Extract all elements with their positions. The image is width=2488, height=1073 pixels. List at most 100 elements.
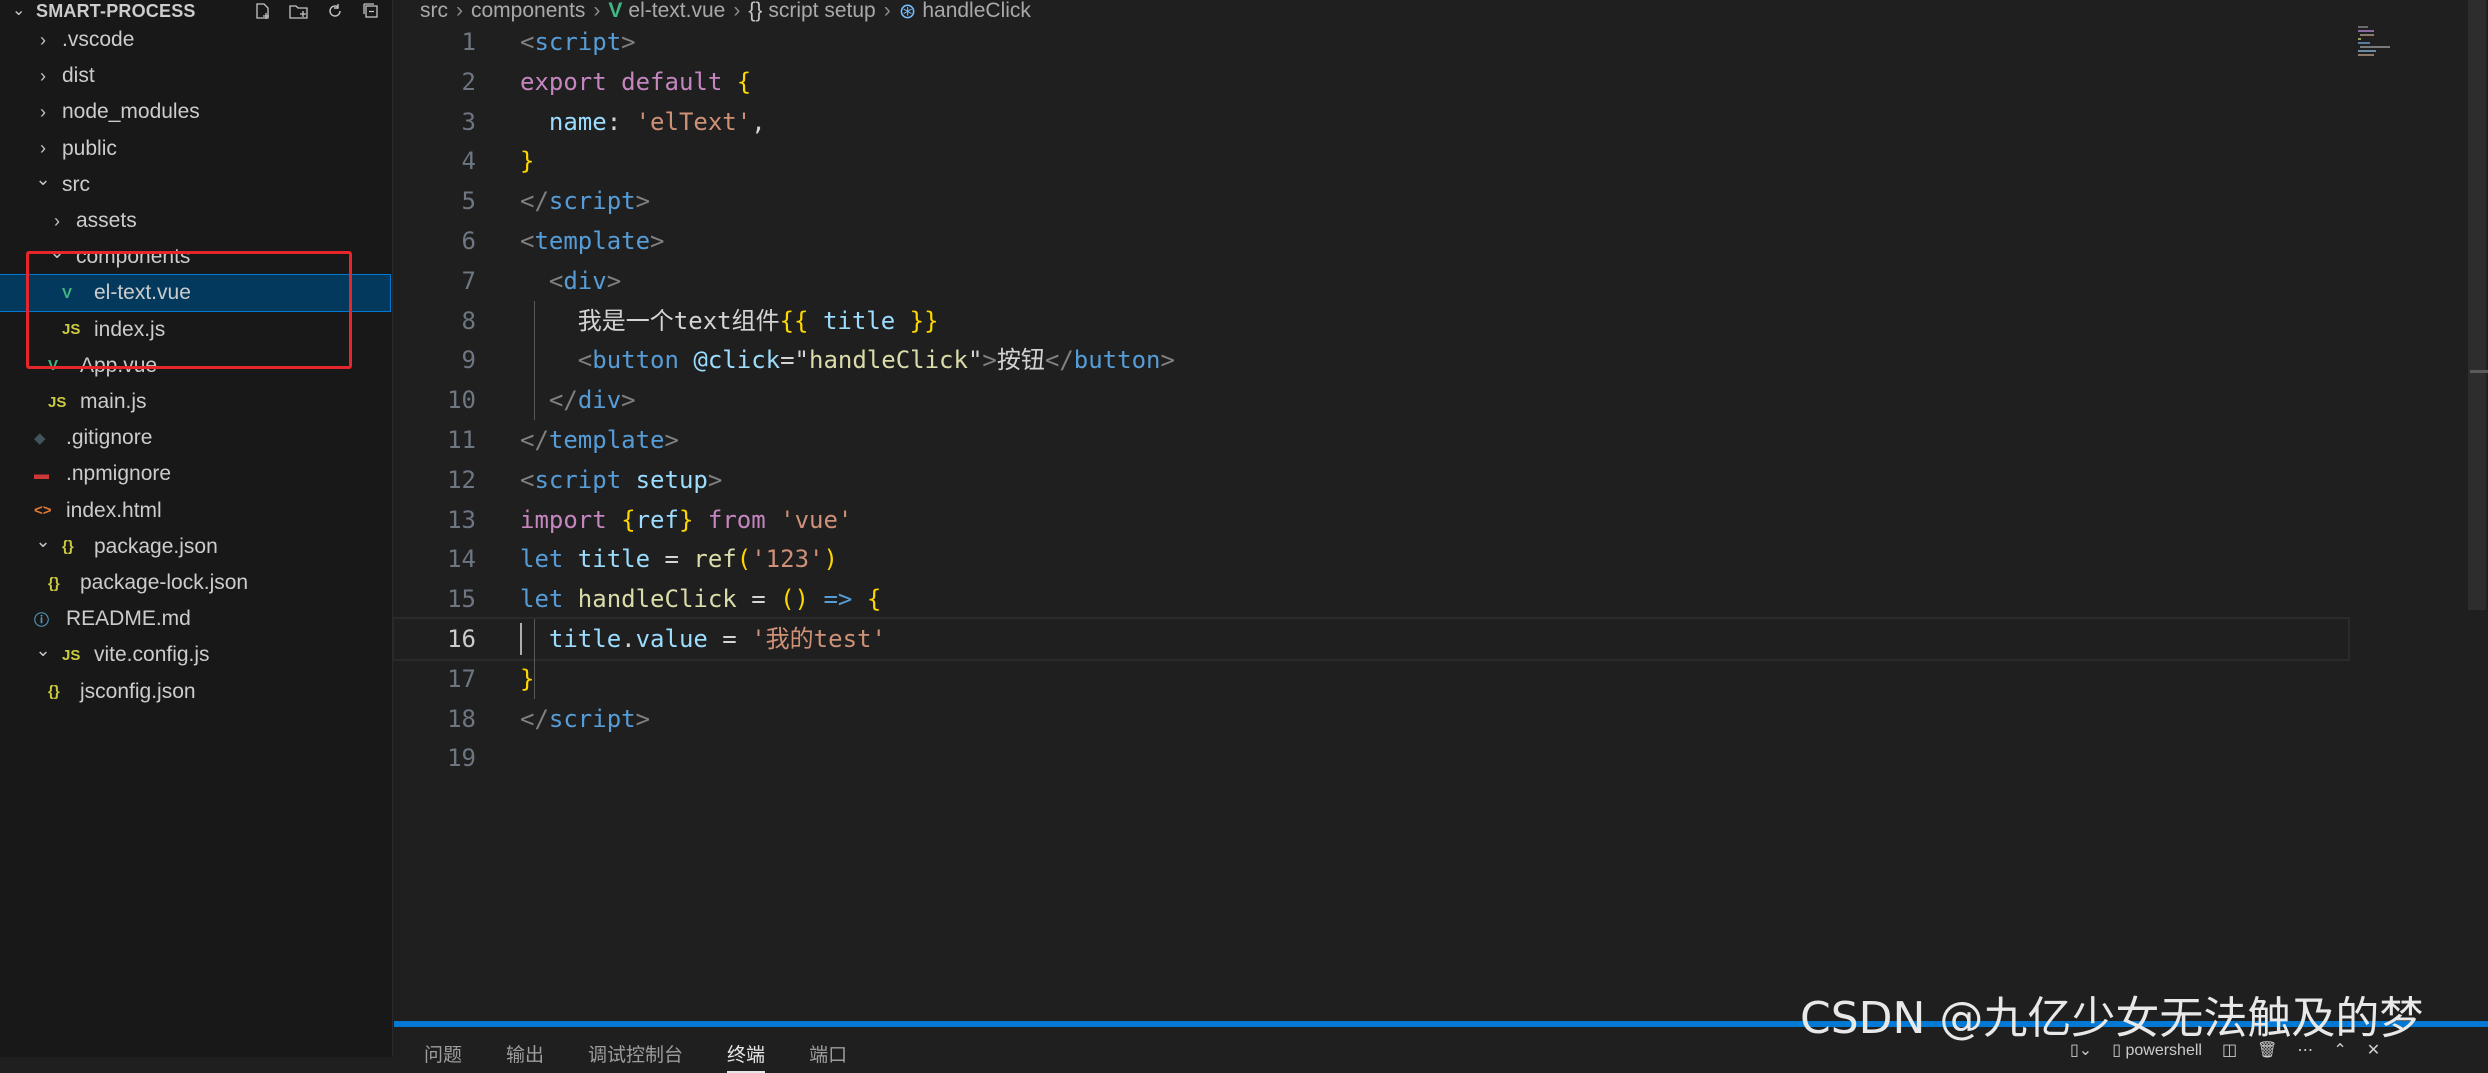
- line-number: 11: [447, 426, 476, 454]
- tree-item-label: assets: [76, 209, 137, 232]
- minimap[interactable]: [2358, 26, 2404, 60]
- chevron-right-icon[interactable]: ›: [48, 211, 66, 232]
- new-file-icon[interactable]: [252, 0, 274, 22]
- tree-item[interactable]: › assets: [0, 203, 390, 239]
- code-line[interactable]: 4}: [394, 141, 2354, 181]
- chevron-down-icon[interactable]: ⌄: [34, 640, 52, 661]
- tree-item[interactable]: › dist: [0, 58, 390, 94]
- highlight-box: [26, 251, 352, 369]
- code-text: import {ref} from 'vue': [520, 500, 852, 540]
- code-token: ref: [693, 545, 737, 574]
- tree-item-label: .npmignore: [66, 462, 172, 486]
- tree-item[interactable]: ⌄ {} package.json: [0, 529, 390, 565]
- new-folder-icon[interactable]: [288, 0, 310, 22]
- code-line[interactable]: 14 let title = ref('123'): [394, 539, 2354, 579]
- tree-item[interactable]: › public: [0, 131, 390, 167]
- tree-item[interactable]: › .vscode: [0, 22, 390, 58]
- refresh-icon[interactable]: [324, 0, 346, 22]
- code-token: title: [577, 545, 651, 574]
- code-token: div: [577, 386, 622, 415]
- chevron-right-icon: ›: [883, 0, 891, 22]
- code-token: =: [707, 625, 752, 653]
- code-token: }: [678, 505, 708, 534]
- chevron-right-icon[interactable]: ›: [34, 66, 52, 87]
- code-token: </: [520, 187, 549, 216]
- code-token: >: [621, 28, 636, 56]
- breadcrumb-item[interactable]: script setup: [768, 0, 875, 23]
- code-token: @click: [693, 346, 781, 375]
- tree-item[interactable]: JS main.js: [0, 384, 390, 420]
- code-line[interactable]: 10 </div>: [394, 380, 2354, 420]
- code-line[interactable]: 6 <template>: [394, 221, 2354, 261]
- code-line[interactable]: 16 title.value = '我的test': [392, 617, 2350, 661]
- tree-item[interactable]: › node_modules: [0, 94, 390, 130]
- code-token: (: [736, 545, 752, 574]
- tree-item[interactable]: ◆ .gitignore: [0, 420, 390, 456]
- chevron-down-icon[interactable]: ⌄: [12, 3, 28, 19]
- tree-item-label: package-lock.json: [80, 571, 249, 594]
- code-line[interactable]: 2 export default {: [394, 62, 2354, 102]
- code-token: ,: [751, 107, 766, 136]
- code-line[interactable]: 5 </script>: [394, 181, 2354, 221]
- tree-item[interactable]: {} jsconfig.json: [0, 674, 390, 710]
- code-token: >: [664, 426, 679, 454]
- chevron-right-icon[interactable]: ›: [34, 138, 52, 159]
- tree-item[interactable]: ⌄ src: [0, 167, 390, 203]
- tree-item[interactable]: <> index.html: [0, 493, 390, 529]
- code-token: button: [592, 346, 694, 375]
- code-token: '123': [751, 545, 824, 574]
- chevron-right-icon[interactable]: ›: [34, 102, 52, 123]
- code-line[interactable]: 18 </script>: [394, 699, 2354, 739]
- vertical-scrollbar[interactable]: [2468, 0, 2486, 610]
- code-text: 我是一个text组件{{ title }}: [520, 301, 939, 341]
- json-file-icon: {}: [48, 574, 60, 592]
- breadcrumb-item[interactable]: components: [471, 0, 585, 23]
- code-token: let: [520, 545, 578, 574]
- code-line[interactable]: 11 </template>: [394, 420, 2354, 460]
- chevron-right-icon[interactable]: ›: [34, 30, 52, 51]
- code-token: =": [780, 346, 810, 375]
- vue-file-icon: V: [608, 0, 623, 22]
- tree-item-label: vite.config.js: [94, 643, 210, 667]
- collapse-all-icon[interactable]: [360, 0, 382, 22]
- code-text: export default {: [520, 62, 751, 102]
- line-number: 18: [447, 704, 476, 733]
- code-token: script: [534, 28, 622, 56]
- code-text: <button @click="handleClick">按钮</button>: [520, 340, 1175, 380]
- code-token: handleClick: [577, 585, 737, 614]
- tree-item[interactable]: ⓘ README.md: [0, 601, 390, 637]
- code-token: >: [650, 227, 665, 255]
- breadcrumb-item[interactable]: el-text.vue: [628, 0, 725, 23]
- code-token: 'elText': [635, 107, 752, 136]
- tree-item[interactable]: ▬ .npmignore: [0, 456, 390, 492]
- code-line[interactable]: 12 <script setup>: [394, 460, 2354, 500]
- code-token: >: [1160, 346, 1175, 375]
- line-number: 13: [447, 505, 476, 534]
- code-token: =: [736, 585, 781, 614]
- chevron-down-icon[interactable]: ⌄: [34, 169, 52, 190]
- tree-item-label: .gitignore: [66, 426, 153, 450]
- code-line[interactable]: 7 <div>: [394, 261, 2354, 301]
- code-token: <: [520, 28, 535, 56]
- tree-item[interactable]: ⌄ JS vite.config.js: [0, 637, 390, 673]
- line-number: 6: [461, 227, 476, 255]
- tree-item[interactable]: {} package-lock.json: [0, 565, 390, 601]
- code-line[interactable]: 9 <button @click="handleClick">按钮</butto…: [394, 340, 2354, 380]
- code-line[interactable]: 13 import {ref} from 'vue': [394, 500, 2354, 540]
- breadcrumb-item[interactable]: handleClick: [922, 0, 1031, 23]
- code-line[interactable]: 17}: [394, 659, 2354, 699]
- code-text: title.value = '我的test': [520, 619, 886, 659]
- code-line[interactable]: 3 name: 'elText',: [394, 102, 2354, 142]
- indent-guide: [534, 619, 535, 699]
- explorer-header[interactable]: ⌄ SMART-PROCESS: [0, 0, 392, 22]
- code-line[interactable]: 1 <script>: [394, 22, 2354, 62]
- code-editor[interactable]: 1 <script> 2 export default {3 name: 'elTex…: [392, 22, 2488, 1022]
- chevron-down-icon[interactable]: ⌄: [34, 531, 52, 552]
- code-line[interactable]: 15 let handleClick = () => {: [394, 579, 2354, 619]
- code-line[interactable]: 8 我是一个text组件{{ title }}: [394, 301, 2354, 341]
- code-line[interactable]: 19: [394, 738, 2354, 778]
- code-token: :: [606, 107, 636, 136]
- breadcrumb-item[interactable]: src: [420, 0, 448, 23]
